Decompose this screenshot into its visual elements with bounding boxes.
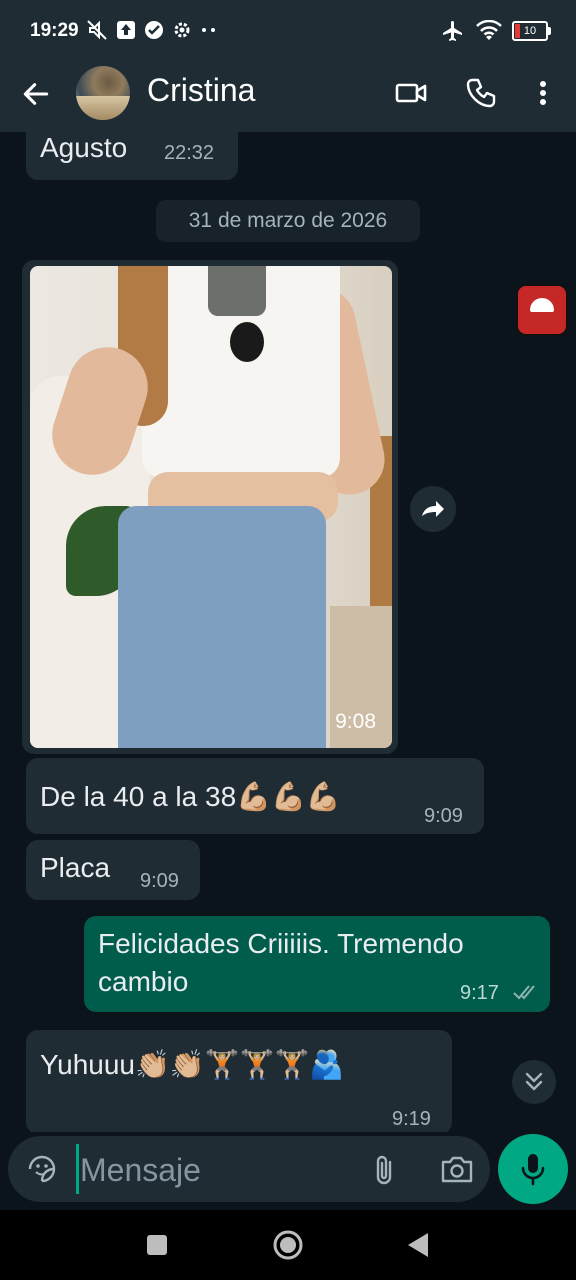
contact-avatar[interactable] [76,66,130,120]
home-icon[interactable] [272,1229,304,1261]
battery-level: 10 [523,25,537,37]
camera-icon[interactable] [440,1154,474,1184]
message-text-line1: Felicidades Criiiiis. Tremendo [98,928,464,959]
wifi-icon [476,20,502,40]
back-arrow-icon[interactable] [20,78,52,110]
double-check-icon [513,985,535,1000]
message-text: Placa [40,852,111,883]
message-time: 9:19 [392,1108,431,1130]
video-call-icon[interactable] [394,76,428,110]
microphone-icon [521,1154,545,1186]
status-time: 19:29 [30,20,79,41]
settings-icon [174,22,190,38]
message-bubble-outgoing[interactable]: Felicidades Criiiiis. Tremendo cambio 9:… [84,916,550,1012]
verified-icon [145,21,163,39]
forward-icon [422,501,444,517]
scroll-to-bottom-button[interactable] [512,1060,556,1104]
message-bubble-incoming[interactable]: De la 40 a la 38💪🏼💪🏼💪🏼 9:09 [26,758,484,834]
status-notification-icons [86,19,218,41]
double-chevron-down-icon [525,1072,543,1091]
voice-message-button[interactable] [498,1134,568,1204]
message-text: Yuhuuu👏🏼👏🏼🏋🏼🏋🏼🏋🏼🫂 [40,1049,345,1080]
voice-call-icon[interactable] [464,76,498,110]
message-photo[interactable]: 9:08 [30,266,392,748]
more-options-icon[interactable] [526,76,560,110]
message-time: 22:32 [164,142,215,164]
contact-name[interactable]: Cristina [147,72,255,109]
message-text: De la 40 a la 38💪🏼💪🏼💪🏼 [40,781,341,812]
sticker-icon[interactable] [26,1153,58,1185]
screen-record-button[interactable] [516,284,568,336]
message-bubble-incoming[interactable]: Placa 9:09 [26,840,200,900]
battery-icon: 10 [512,21,551,41]
status-system-icons: 10 [440,19,551,43]
message-text: Agusto [40,132,128,163]
date-separator: 31 de marzo de 2026 [156,200,420,242]
recent-apps-icon[interactable] [146,1234,168,1256]
airplane-icon [443,21,462,41]
chat-header: Cristina [0,62,576,132]
message-time: 9:17 [460,982,499,1004]
upload-icon [117,21,135,39]
message-bubble-incoming[interactable]: Agusto 22:32 [26,132,238,180]
photo-message[interactable]: 9:08 [22,260,398,754]
mute-icon [87,20,107,40]
status-bar: 19:29 10 [0,0,576,62]
forward-button[interactable] [410,486,456,532]
message-bubble-incoming[interactable]: Yuhuuu👏🏼👏🏼🏋🏼🏋🏼🏋🏼🫂 9:19 [26,1030,452,1132]
message-input[interactable] [78,1148,352,1192]
system-navigation-bar [0,1210,576,1280]
chat-area[interactable]: Agusto 22:32 31 de marzo de 2026 9:08 De… [0,132,576,1132]
message-time: 9:09 [424,805,463,827]
message-composer[interactable] [8,1136,490,1202]
back-nav-icon[interactable] [406,1231,430,1259]
attach-icon[interactable] [370,1153,400,1187]
message-text-line2: cambio [98,966,189,997]
photo-time: 9:08 [335,710,376,733]
more-notifications-icon [202,28,215,32]
message-time: 9:09 [140,870,179,892]
